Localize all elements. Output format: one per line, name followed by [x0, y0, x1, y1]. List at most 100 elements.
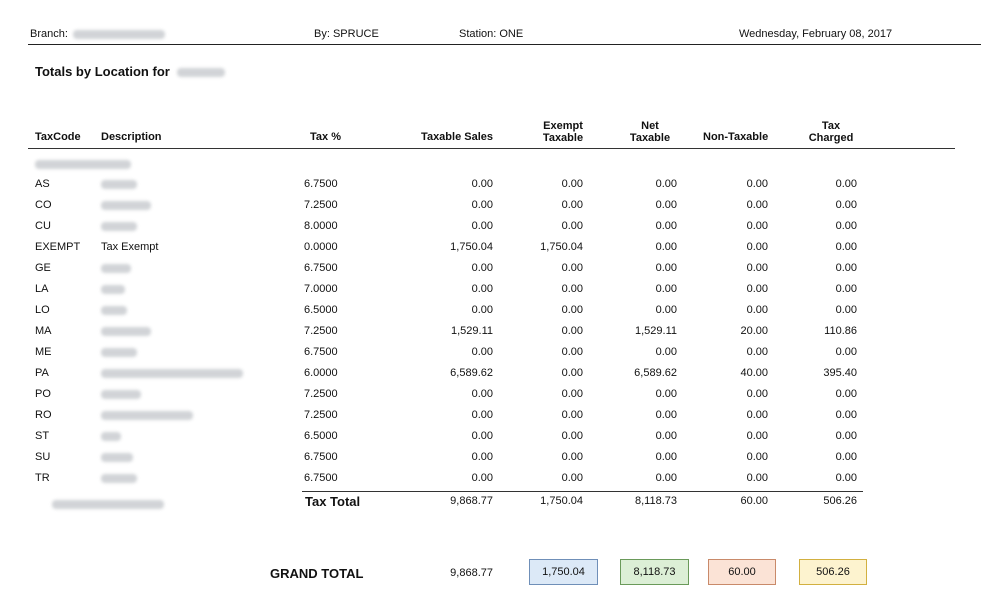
- taxable-sales-cell: 1,750.04: [450, 241, 493, 253]
- taxcode-cell: SU: [35, 451, 51, 463]
- taxable-sales-cell: 0.00: [471, 346, 493, 358]
- table-row: TR 6.7500 0.00 0.00 0.00 0.00 0.00: [0, 472, 1002, 493]
- net-taxable-cell: 0.00: [655, 451, 677, 463]
- tax-pct-cell: 7.2500: [304, 409, 338, 421]
- taxcode-cell: AS: [35, 178, 50, 190]
- tax-charged-cell: 0.00: [835, 220, 857, 232]
- report-title-text: Totals by Location for: [35, 64, 170, 79]
- col-net-taxable-line2: Taxable: [629, 132, 671, 144]
- description-cell: [101, 283, 125, 295]
- net-taxable-cell: 1,529.11: [634, 325, 677, 337]
- col-taxable-sales: Taxable Sales: [421, 131, 493, 143]
- taxable-sales-cell: 0.00: [471, 388, 493, 400]
- description-cell: Tax Exempt: [101, 241, 159, 253]
- grand-total-exempt-taxable-box: 1,750.04: [529, 559, 598, 585]
- non-taxable-cell: 0.00: [746, 241, 768, 253]
- station: Station: ONE: [459, 28, 524, 40]
- net-taxable-cell: 0.00: [655, 220, 677, 232]
- tax-charged-cell: 0.00: [835, 346, 857, 358]
- description-cell: [101, 304, 127, 316]
- non-taxable-cell: 0.00: [746, 283, 768, 295]
- col-description: Description: [101, 131, 162, 143]
- description-redacted: [101, 326, 151, 336]
- net-taxable-cell: 0.00: [655, 409, 677, 421]
- description-redacted: [101, 263, 131, 273]
- by-user: By: SPRUCE: [314, 28, 379, 40]
- net-taxable-cell: 0.00: [655, 241, 677, 253]
- report-date: Wednesday, February 08, 2017: [739, 28, 893, 40]
- table-row: ME 6.7500 0.00 0.00 0.00 0.00 0.00: [0, 346, 1002, 367]
- non-taxable-cell: 0.00: [746, 388, 768, 400]
- grand-total-tax-charged-box: 506.26: [799, 559, 867, 585]
- tax-total-net-taxable: 8,118.73: [634, 495, 677, 507]
- taxable-sales-cell: 0.00: [471, 283, 493, 295]
- report-period-redacted: [177, 68, 226, 78]
- non-taxable-cell: 0.00: [746, 199, 768, 211]
- description-cell: [101, 325, 151, 337]
- tax-pct-cell: 8.0000: [304, 220, 338, 232]
- tax-charged-cell: 0.00: [835, 388, 857, 400]
- grand-total-label: GRAND TOTAL: [270, 566, 364, 581]
- description-redacted: [101, 347, 137, 357]
- col-taxcode: TaxCode: [35, 131, 81, 143]
- col-exempt-taxable: Exempt Taxable: [525, 120, 601, 144]
- tax-charged-cell: 395.40: [823, 367, 857, 379]
- tax-pct-cell: 6.5000: [304, 430, 338, 442]
- table-row: ST 6.5000 0.00 0.00 0.00 0.00 0.00: [0, 430, 1002, 451]
- taxable-sales-cell: 0.00: [471, 304, 493, 316]
- branch-label: Branch:: [30, 28, 68, 40]
- branch-field: Branch:: [30, 28, 165, 40]
- tax-pct-cell: 7.2500: [304, 199, 338, 211]
- tax-charged-cell: 0.00: [835, 262, 857, 274]
- taxcode-cell: PO: [35, 388, 51, 400]
- taxcode-cell: GE: [35, 262, 51, 274]
- non-taxable-cell: 0.00: [746, 451, 768, 463]
- description-redacted: [101, 473, 137, 483]
- table-row: CU 8.0000 0.00 0.00 0.00 0.00 0.00: [0, 220, 1002, 241]
- taxcode-cell: LA: [35, 283, 49, 295]
- tax-total-divider: [302, 491, 863, 492]
- description-redacted: [101, 431, 121, 441]
- taxable-sales-cell: 0.00: [471, 430, 493, 442]
- tax-total-label: Tax Total: [305, 494, 361, 509]
- taxcode-cell: CU: [35, 220, 51, 232]
- description-cell: [101, 388, 141, 400]
- net-taxable-cell: 0.00: [655, 199, 677, 211]
- table-row: PA 6.0000 6,589.62 0.00 6,589.62 40.00 395.40: [0, 367, 1002, 388]
- taxable-sales-cell: 1,529.11: [450, 325, 493, 337]
- description-cell: [101, 220, 137, 232]
- exempt-taxable-cell: 0.00: [561, 220, 583, 232]
- net-taxable-cell: 0.00: [655, 346, 677, 358]
- taxcode-cell: TR: [35, 472, 50, 484]
- grand-total-net-taxable-box: 8,118.73: [620, 559, 689, 585]
- exempt-taxable-cell: 0.00: [561, 451, 583, 463]
- taxable-sales-cell: 0.00: [471, 199, 493, 211]
- exempt-taxable-cell: 0.00: [561, 262, 583, 274]
- description-cell: [101, 451, 133, 463]
- taxcode-cell: CO: [35, 199, 52, 211]
- tax-charged-cell: 0.00: [835, 199, 857, 211]
- non-taxable-cell: 0.00: [746, 472, 768, 484]
- tax-charged-cell: 0.00: [835, 430, 857, 442]
- non-taxable-cell: 0.00: [746, 346, 768, 358]
- non-taxable-cell: 0.00: [746, 262, 768, 274]
- tax-charged-cell: 110.86: [824, 325, 857, 337]
- non-taxable-cell: 0.00: [746, 409, 768, 421]
- exempt-taxable-cell: 0.00: [561, 388, 583, 400]
- col-tax-charged-line2: Charged: [808, 132, 854, 144]
- taxcode-cell: RO: [35, 409, 52, 421]
- table-row: LO 6.5000 0.00 0.00 0.00 0.00 0.00: [0, 304, 1002, 325]
- table-row: CO 7.2500 0.00 0.00 0.00 0.00 0.00: [0, 199, 1002, 220]
- non-taxable-cell: 0.00: [746, 304, 768, 316]
- exempt-taxable-cell: 0.00: [561, 367, 583, 379]
- description-redacted: [101, 368, 243, 378]
- table-row: SU 6.7500 0.00 0.00 0.00 0.00 0.00: [0, 451, 1002, 472]
- net-taxable-cell: 0.00: [655, 178, 677, 190]
- exempt-taxable-cell: 0.00: [561, 283, 583, 295]
- non-taxable-cell: 0.00: [746, 220, 768, 232]
- taxable-sales-cell: 0.00: [471, 262, 493, 274]
- description-redacted: [101, 284, 125, 294]
- report-title: Totals by Location for: [35, 64, 226, 79]
- taxable-sales-cell: 0.00: [471, 451, 493, 463]
- exempt-taxable-cell: 0.00: [561, 430, 583, 442]
